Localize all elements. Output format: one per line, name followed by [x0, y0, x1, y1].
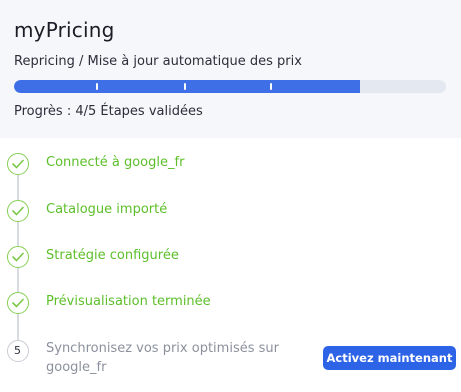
header-panel: myPricing Repricing / Mise à jour automa…	[0, 0, 461, 138]
check-icon	[7, 292, 29, 314]
app-title: myPricing	[14, 18, 115, 42]
progress-bar-fill	[14, 80, 360, 93]
progress-segment-marker	[184, 83, 186, 90]
check-icon	[7, 153, 29, 175]
step-preview-done: Prévisualisation terminée	[0, 291, 461, 315]
check-icon	[7, 200, 29, 222]
progress-segment-marker	[96, 83, 98, 90]
activate-now-button[interactable]: Activez maintenant	[323, 346, 456, 370]
step-label: Stratégie configurée	[46, 248, 179, 263]
step-number: 5	[14, 344, 21, 357]
progress-bar	[14, 80, 446, 93]
step-strategy-configured: Stratégie configurée	[0, 245, 461, 269]
step-label: Connecté à google_fr	[46, 155, 185, 170]
progress-segment-marker	[270, 83, 272, 90]
step-label: Catalogue importé	[46, 202, 168, 217]
step-label: Synchronisez vos prix optimisés sur goog…	[46, 341, 279, 375]
page-subtitle: Repricing / Mise à jour automatique des …	[14, 54, 302, 69]
step-catalog-imported: Catalogue importé	[0, 199, 461, 223]
step-label: Prévisualisation terminée	[46, 294, 211, 309]
progress-label: Progrès : 4/5 Étapes validées	[14, 104, 203, 119]
step-number-badge: 5	[7, 340, 29, 362]
step-connected: Connecté à google_fr	[0, 152, 461, 176]
steps-list: Connecté à google_fr Catalogue importé S…	[0, 138, 461, 392]
check-icon	[7, 246, 29, 268]
